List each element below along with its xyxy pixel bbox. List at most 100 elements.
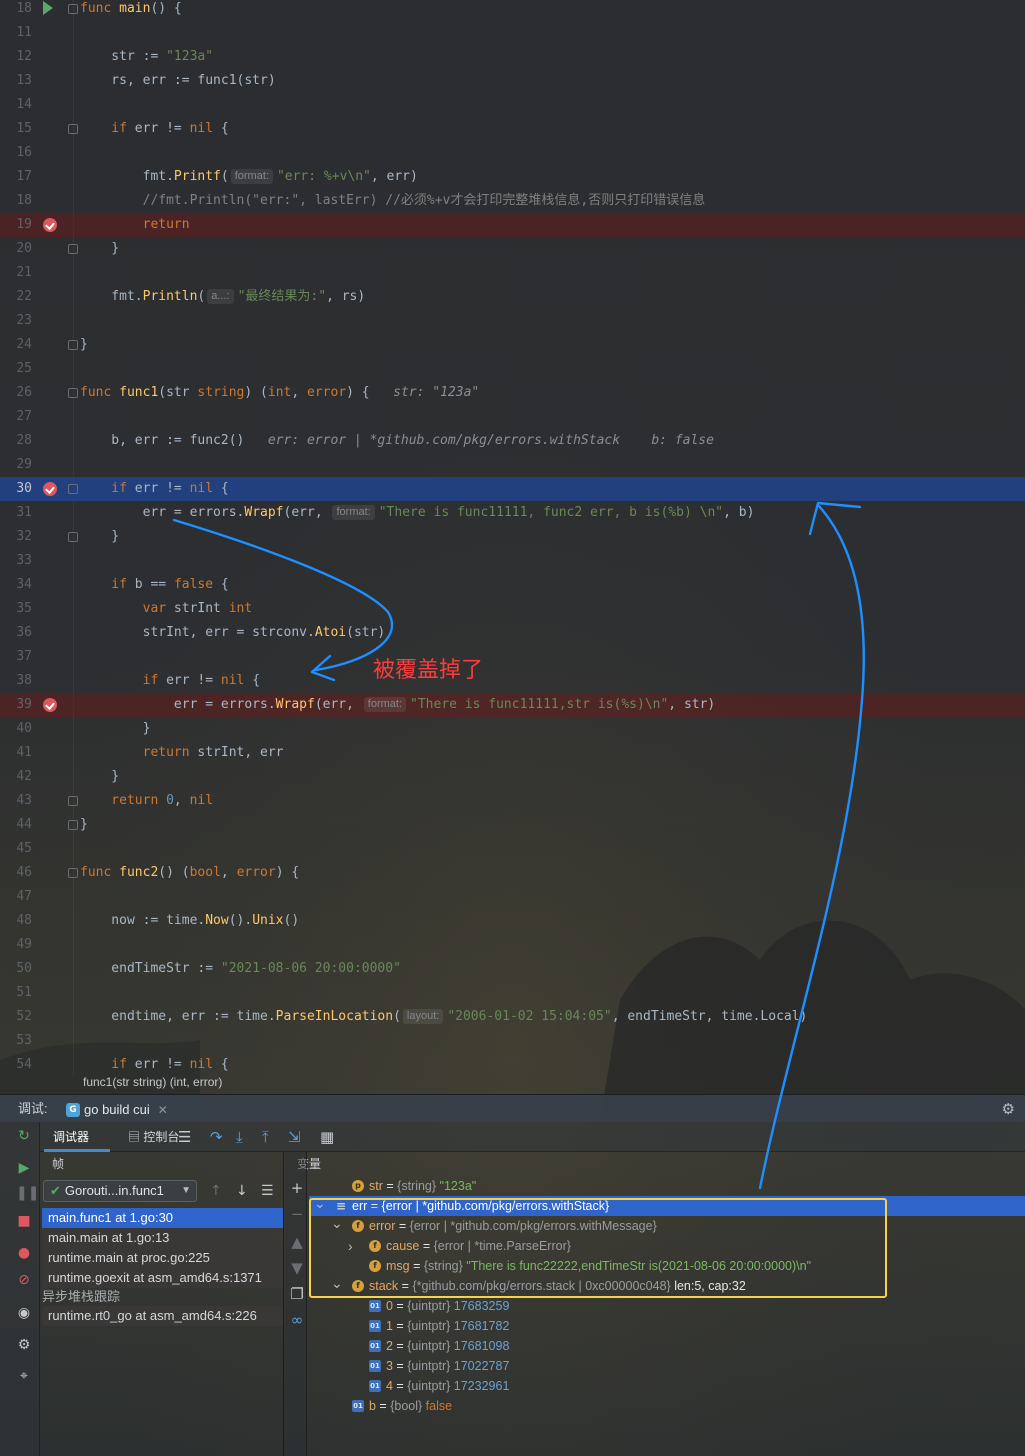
line-number[interactable]: 37 [0,645,32,669]
code-line[interactable]: 13 rs, err := func1(str) [0,69,1025,93]
step-into-icon[interactable]: ⤓ [236,1128,243,1146]
code-line[interactable]: 12 str := "123a" [0,45,1025,69]
code-line[interactable]: 53 [0,1029,1025,1053]
fold-icon[interactable] [68,532,78,542]
code-line[interactable]: 37 [0,645,1025,669]
line-number[interactable]: 51 [0,981,32,1005]
pause-icon[interactable]: ❚❚ [16,1185,39,1201]
frame-item[interactable]: runtime.rt0_go at asm_amd64.s:226 [42,1306,283,1326]
code-line[interactable]: 36 strInt, err = strconv.Atoi(str) [0,621,1025,645]
line-number[interactable]: 11 [0,21,32,45]
fold-icon[interactable] [68,244,78,254]
frame-item[interactable]: runtime.main at proc.go:225 [42,1248,283,1268]
line-number[interactable]: 26 [0,381,32,405]
run-config-tab[interactable]: G go build cui ✕ [66,1099,168,1121]
line-number[interactable]: 39 [0,693,32,717]
glasses-icon[interactable]: ∞ [289,1312,305,1328]
line-number[interactable]: 19 [0,213,32,237]
fold-icon[interactable] [68,4,78,14]
fold-icon[interactable] [68,388,78,398]
close-icon[interactable]: ✕ [158,1101,168,1119]
code-line[interactable]: 47 [0,885,1025,909]
variable-row[interactable]: ⌄ ≡ err = {error | *github.com/pkg/errors.… [309,1196,1025,1216]
variable-row[interactable]: f msg = {string} "There is func22222,endT… [309,1256,1025,1276]
code-line[interactable]: 29 [0,453,1025,477]
line-number[interactable]: 53 [0,1029,32,1053]
code-line[interactable]: 50 endTimeStr := "2021-08-06 20:00:0000" [0,957,1025,981]
code-line[interactable]: 39 err = errors.Wrapf(err, format: "There… [0,693,1025,717]
variable-row[interactable]: 01 1 = {uintptr} 17681782 [309,1316,1025,1336]
chevron-right-icon[interactable]: › [348,1236,353,1256]
fold-icon[interactable] [68,796,78,806]
code-line[interactable]: 48 now := time.Now().Unix() [0,909,1025,933]
frame-item[interactable]: main.main at 1.go:13 [42,1228,283,1248]
step-out-icon[interactable]: ⤒ [262,1128,269,1146]
code-line[interactable]: 31 err = errors.Wrapf(err, format: "There… [0,501,1025,525]
code-line[interactable]: 33 [0,549,1025,573]
line-number[interactable]: 23 [0,309,32,333]
code-line[interactable]: 24} [0,333,1025,357]
code-line[interactable]: 25 [0,357,1025,381]
line-number[interactable]: 13 [0,69,32,93]
line-number[interactable]: 32 [0,525,32,549]
fold-icon[interactable] [68,340,78,350]
line-number[interactable]: 48 [0,909,32,933]
line-number[interactable]: 35 [0,597,32,621]
code-line[interactable]: 28 b, err := func2() err: error | *githu… [0,429,1025,453]
step-over-icon[interactable]: ↷ [210,1128,223,1146]
menu-icon[interactable]: ☰ [178,1128,191,1146]
pin-icon[interactable]: ⌖ [16,1368,32,1384]
code-line[interactable]: 27 [0,405,1025,429]
fold-icon[interactable] [68,820,78,830]
filter-icon[interactable]: ☰ [261,1182,274,1200]
line-number[interactable]: 27 [0,405,32,429]
code-line[interactable]: 43 return 0, nil [0,789,1025,813]
rerun-icon[interactable]: ↻ [16,1128,32,1144]
line-number[interactable]: 46 [0,861,32,885]
variable-row[interactable]: ⌄ f stack = {*github.com/pkg/errors.stack … [309,1276,1025,1296]
line-number[interactable]: 21 [0,261,32,285]
line-number[interactable]: 45 [0,837,32,861]
line-number[interactable]: 34 [0,573,32,597]
chevron-down-icon[interactable]: ⌄ [331,1216,343,1230]
code-line[interactable]: 18 func main() { [0,0,1025,21]
code-line[interactable]: 19 return [0,213,1025,237]
line-number[interactable]: 49 [0,933,32,957]
line-number[interactable]: 24 [0,333,32,357]
code-line[interactable]: 32 } [0,525,1025,549]
code-line[interactable]: 26 func func1(str string) (int, error) { … [0,381,1025,405]
tab-debugger[interactable]: 调试器 [53,1128,89,1146]
gear-icon[interactable]: ⚙ [1002,1100,1015,1118]
code-line[interactable]: 42 } [0,765,1025,789]
breakpoint-icon[interactable] [43,482,57,496]
line-number[interactable]: 17 [0,165,32,189]
line-number[interactable]: 44 [0,813,32,837]
frame-item[interactable]: main.func1 at 1.go:30 [42,1208,283,1228]
code-line[interactable]: 51 [0,981,1025,1005]
variable-row[interactable]: p str = {string} "123a" [309,1176,1025,1196]
move-up-icon[interactable]: ▲ [289,1234,305,1250]
fold-icon[interactable] [68,124,78,134]
code-line[interactable]: 34 if b == false { [0,573,1025,597]
variable-row[interactable]: 01 b = {bool} false [309,1396,1025,1416]
frame-up-icon[interactable]: ↑ [210,1182,222,1200]
code-line[interactable]: 11 [0,21,1025,45]
line-number[interactable]: 14 [0,93,32,117]
code-line[interactable]: 41 return strInt, err [0,741,1025,765]
fold-icon[interactable] [68,484,78,494]
code-line[interactable]: 14 [0,93,1025,117]
line-number[interactable]: 15 [0,117,32,141]
variable-row[interactable]: 01 2 = {uintptr} 17681098 [309,1336,1025,1356]
current-execution-line[interactable]: 30 if err != nil { [0,477,1025,501]
code-line[interactable]: 35 var strInt int [0,597,1025,621]
code-line[interactable]: 18 //fmt.Println("err:", lastErr) //必须%+… [0,189,1025,213]
breakpoint-icon[interactable] [43,218,57,232]
code-line[interactable]: 44} [0,813,1025,837]
line-number[interactable]: 22 [0,285,32,309]
code-editor[interactable]: 18 func main() {11 12 str := "123a" 13 rs, … [0,0,1025,1076]
run-to-cursor-icon[interactable]: ⇲ [288,1128,301,1146]
frame-down-icon[interactable]: ↓ [236,1182,248,1200]
variable-row[interactable]: 01 0 = {uintptr} 17683259 [309,1296,1025,1316]
line-number[interactable]: 38 [0,669,32,693]
code-line[interactable]: 49 [0,933,1025,957]
